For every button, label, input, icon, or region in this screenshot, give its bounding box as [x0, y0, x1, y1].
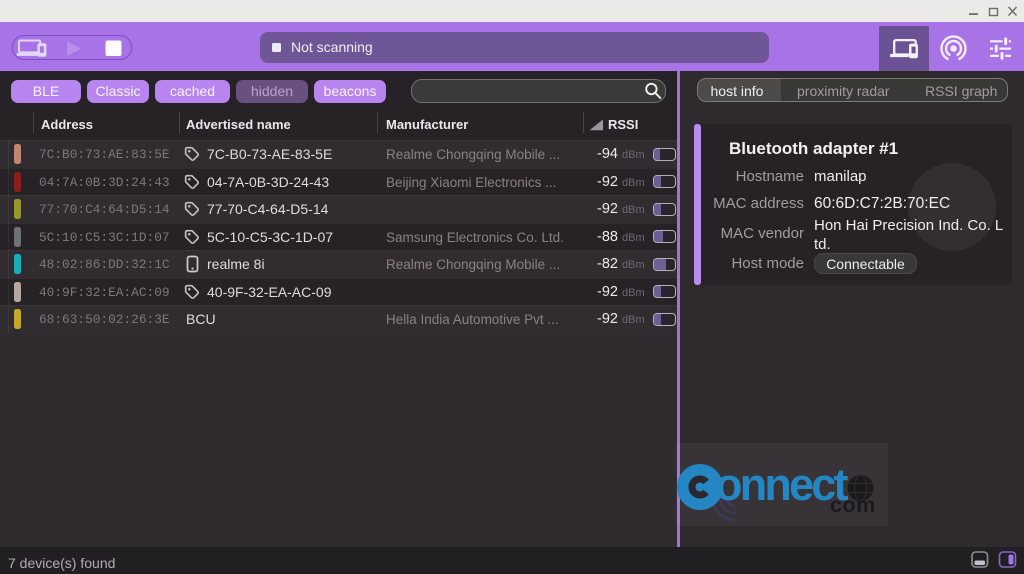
svg-text:com: com: [830, 493, 876, 517]
svg-text:onnect: onnect: [715, 459, 849, 510]
